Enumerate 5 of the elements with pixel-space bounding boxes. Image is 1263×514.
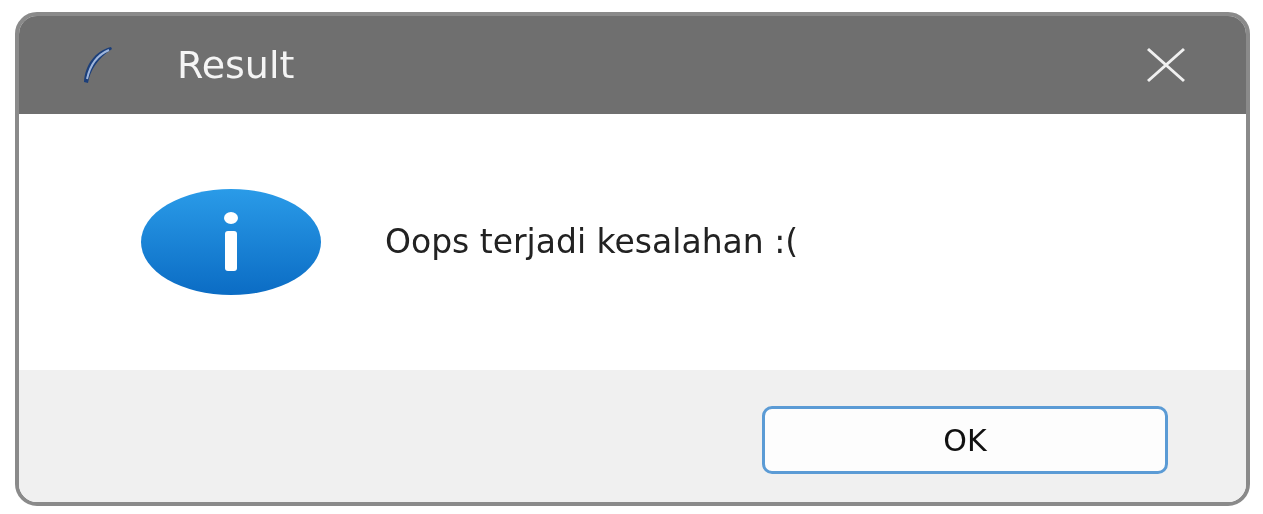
feather-icon: [81, 45, 115, 85]
ok-button[interactable]: OK: [762, 406, 1168, 474]
message-text: Oops terjadi kesalahan :(: [385, 221, 799, 264]
info-icon: [141, 189, 321, 295]
window-title: Result: [177, 41, 295, 89]
